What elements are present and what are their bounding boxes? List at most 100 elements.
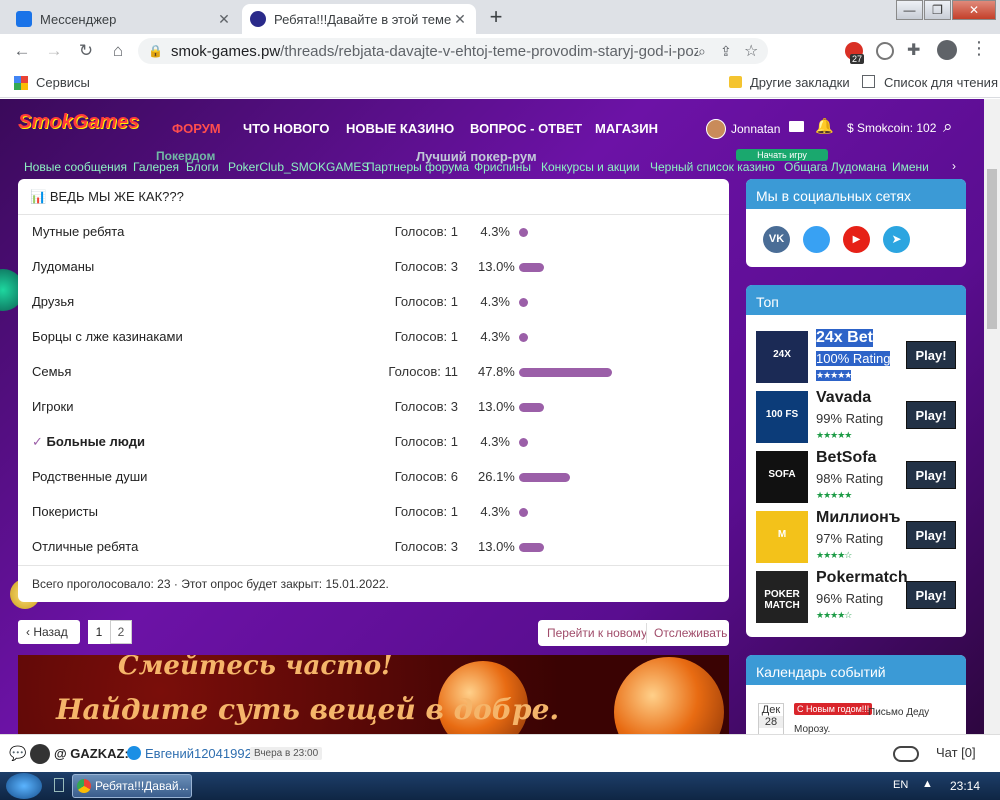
vk-icon[interactable]: VK: [763, 226, 790, 253]
casino-logo[interactable]: POKER MATCH: [756, 571, 808, 623]
language-indicator[interactable]: EN: [893, 779, 908, 791]
subnav-named[interactable]: Имени: [892, 160, 942, 174]
play-button[interactable]: Play!: [906, 521, 956, 549]
chat-toggle-icon[interactable]: [893, 746, 919, 762]
watch-button[interactable]: Отслеживать: [654, 626, 727, 640]
pagination-back-button[interactable]: ‹ Назад: [18, 620, 80, 644]
chat-open-button[interactable]: Чат [0]: [936, 745, 976, 760]
casino-name[interactable]: Миллионъ: [816, 509, 900, 527]
subnav-partners[interactable]: Партнеры форума: [366, 160, 469, 174]
top-casino-item[interactable]: SOFA BetSofa 98% Rating ★★★★★ Play!: [754, 447, 958, 505]
close-icon[interactable]: ✕: [216, 11, 232, 28]
subnav-scroll-right-icon[interactable]: ›: [952, 159, 956, 173]
address-bar[interactable]: 🔒 smok-games.pw /threads/rebjata-davajte…: [138, 38, 768, 64]
bookmark-services[interactable]: Сервисы: [36, 75, 90, 90]
casino-logo[interactable]: SOFA: [756, 451, 808, 503]
star-rating-icon: ★★★★★: [816, 430, 852, 440]
youtube-icon[interactable]: ▶: [843, 226, 870, 253]
site-logo[interactable]: SmokGames: [18, 111, 139, 134]
play-button[interactable]: Play!: [906, 461, 956, 489]
play-button[interactable]: Play!: [906, 581, 956, 609]
subnav-freespins[interactable]: Фриспины: [474, 160, 531, 174]
telegram-icon[interactable]: ➤: [883, 226, 910, 253]
poll-option-label: Борцы с лже казинаками: [32, 329, 183, 344]
tray-arrow-icon[interactable]: ▲: [922, 778, 933, 790]
nav-forum[interactable]: ФОРУМ: [172, 121, 221, 136]
tab-thread[interactable]: Ребята!!!Давайте в этой теме!!!Г ✕: [242, 4, 476, 34]
goto-new-button[interactable]: Перейти к новому: [547, 626, 647, 640]
twitter-icon[interactable]: [803, 226, 830, 253]
casino-name[interactable]: BetSofa: [816, 449, 876, 467]
poll-option-label: Игроки: [32, 399, 74, 414]
subnav-dorm[interactable]: Общага Лудомана: [784, 160, 886, 174]
casino-name[interactable]: 24x Bet: [816, 329, 873, 347]
search-icon[interactable]: ⌕: [943, 117, 953, 137]
new-tab-button[interactable]: +: [482, 6, 510, 30]
inbox-icon[interactable]: [789, 121, 804, 132]
subnav-blogs[interactable]: Блоги: [186, 160, 219, 174]
page-2-link[interactable]: 2: [110, 620, 132, 644]
subnav-blacklist[interactable]: Черный список казино: [650, 160, 775, 174]
casino-logo-text: М: [777, 529, 787, 540]
taskbar-chrome-window[interactable]: Ребята!!!Давай...: [72, 774, 192, 798]
top-casino-item[interactable]: POKER MATCH Pokermatch 96% Rating ★★★★☆ Play…: [754, 567, 958, 625]
casino-logo[interactable]: М: [756, 511, 808, 563]
profile-avatar-icon[interactable]: [937, 40, 957, 60]
top-casino-item[interactable]: 100 FS Vavada 99% Rating ★★★★★ Play!: [754, 387, 958, 445]
maximize-button[interactable]: ❐: [924, 0, 951, 20]
subnav-contests[interactable]: Конкурсы и акции: [541, 160, 639, 174]
play-button[interactable]: Play!: [906, 341, 956, 369]
smokcoin-balance[interactable]: $ Smokcoin: 102: [847, 121, 936, 135]
share-icon[interactable]: ⇪: [720, 43, 744, 60]
chat-user-1[interactable]: @ GAZKAZ:: [54, 746, 129, 761]
user-avatar[interactable]: [706, 119, 726, 139]
apps-grid-icon[interactable]: [14, 76, 28, 90]
close-window-button[interactable]: ✕: [952, 0, 996, 20]
puzzle-icon[interactable]: ✚: [907, 40, 920, 60]
alerts-bell-icon[interactable]: 🔔: [815, 117, 834, 135]
star-rating-icon: ★★★★☆: [816, 610, 852, 620]
close-icon[interactable]: ✕: [452, 11, 468, 28]
casino-name[interactable]: Pokermatch: [816, 569, 908, 587]
poll-option-votes: Голосов: 1: [394, 434, 458, 449]
show-desktop-icon[interactable]: [54, 778, 64, 792]
home-icon[interactable]: ⌂: [102, 35, 134, 67]
menu-dots-icon[interactable]: ⋮: [970, 38, 988, 59]
poll-option-percent: 4.3%: [480, 224, 510, 239]
nav-new-casinos[interactable]: НОВЫЕ КАЗИНО: [346, 121, 454, 136]
minimize-button[interactable]: —: [896, 0, 923, 20]
page-scrollbar[interactable]: [984, 99, 1000, 734]
subnav-gallery[interactable]: Галерея: [133, 160, 179, 174]
globe-icon[interactable]: [876, 42, 894, 60]
star-rating-icon: ★★★★☆: [816, 550, 852, 560]
back-arrow-icon[interactable]: ←: [6, 35, 38, 67]
bookmark-other[interactable]: Другие закладки: [750, 75, 850, 90]
event-link[interactable]: Письмо Деду Морозу.: [794, 704, 959, 734]
poll-option-row: Борцы с лже казинаками Голосов: 1 4.3%: [18, 320, 729, 355]
nav-qa[interactable]: ВОПРОС - ОТВЕТ: [470, 121, 582, 136]
chat-bubble-icon[interactable]: 💬: [9, 745, 26, 762]
bookmark-reading-list[interactable]: Список для чтения: [884, 75, 998, 90]
casino-name[interactable]: Vavada: [816, 389, 871, 407]
poll-option-text: Лудоманы: [32, 259, 95, 274]
top-casino-item[interactable]: М Миллионъ 97% Rating ★★★★☆ Play!: [754, 507, 958, 565]
bookmark-star-icon[interactable]: ☆: [744, 41, 768, 61]
nav-whats-new[interactable]: ЧТО НОВОГО: [243, 121, 329, 136]
zoom-icon[interactable]: ⌕: [698, 43, 720, 60]
nav-shop[interactable]: МАГАЗИН: [595, 121, 658, 136]
subnav-new-posts[interactable]: Новые сообщения: [24, 160, 127, 174]
reload-icon[interactable]: ↻: [70, 35, 102, 67]
forward-arrow-icon[interactable]: →: [38, 35, 70, 67]
play-button[interactable]: Play!: [906, 401, 956, 429]
chat-user-2[interactable]: Евгений12041992: [145, 746, 252, 761]
casino-logo[interactable]: 24X: [756, 331, 808, 383]
page-1-link[interactable]: 1: [88, 620, 110, 644]
poll-option-row: Отличные ребята Голосов: 3 13.0%: [18, 530, 729, 565]
subnav-pokerclub[interactable]: PokerClub_SMOKGAMES: [228, 160, 369, 174]
username-link[interactable]: Jonnatan: [731, 122, 780, 136]
tab-messenger[interactable]: Мессенджер ✕: [8, 4, 240, 34]
start-button[interactable]: [6, 773, 42, 799]
top-casino-item[interactable]: 24X 24x Bet 100% Rating ★★★★★ Play!: [754, 327, 958, 385]
scrollbar-thumb[interactable]: [987, 169, 997, 329]
casino-logo[interactable]: 100 FS: [756, 391, 808, 443]
